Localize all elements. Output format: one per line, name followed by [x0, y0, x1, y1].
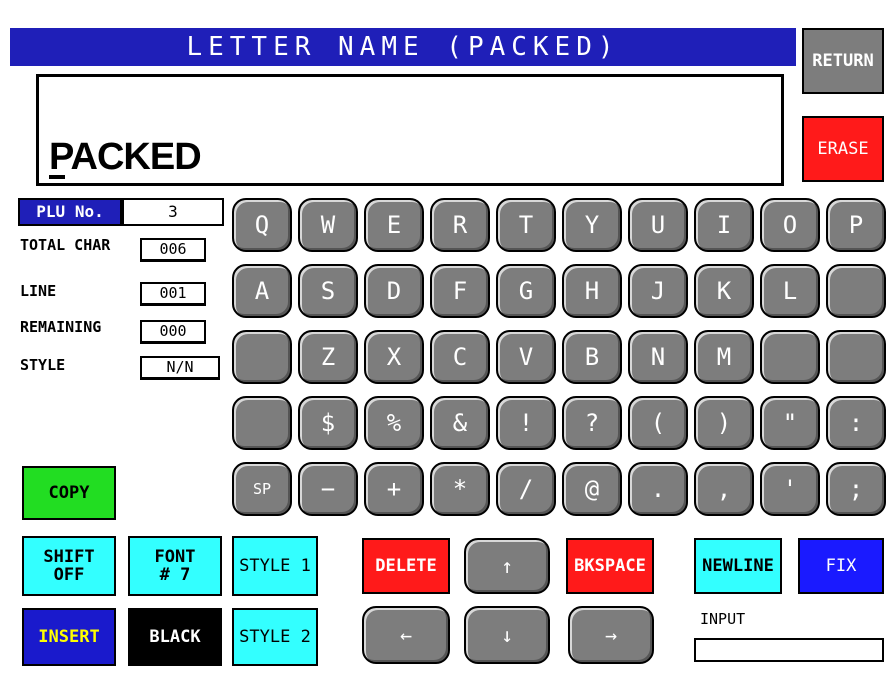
black-color-button[interactable]: BLACK — [128, 608, 222, 666]
key-row2-8[interactable]: L — [760, 264, 820, 318]
key-row5-3[interactable]: * — [430, 462, 490, 516]
key-row1-9[interactable]: P — [826, 198, 886, 252]
key-row5-1[interactable]: − — [298, 462, 358, 516]
key-row4-2[interactable]: % — [364, 396, 424, 450]
key-row4-7[interactable]: ) — [694, 396, 754, 450]
key-row2-5[interactable]: H — [562, 264, 622, 318]
text-cursor — [49, 175, 65, 179]
fix-button[interactable]: FIX — [798, 538, 884, 594]
key-row1-7[interactable]: I — [694, 198, 754, 252]
key-row3-4[interactable]: V — [496, 330, 556, 384]
key-row1-6[interactable]: U — [628, 198, 688, 252]
cursor-left-button[interactable]: ← — [362, 606, 450, 664]
key-row3-8[interactable] — [760, 330, 820, 384]
key-row1-5[interactable]: Y — [562, 198, 622, 252]
font-button[interactable]: FONT # 7 — [128, 536, 222, 596]
cursor-right-button[interactable]: → — [568, 606, 654, 664]
key-row5-8[interactable]: ' — [760, 462, 820, 516]
screen-title: LETTER NAME (PACKED) — [10, 28, 796, 66]
key-row1-2[interactable]: E — [364, 198, 424, 252]
input-label: INPUT — [700, 610, 746, 628]
line-value: 001 — [140, 282, 206, 306]
key-row4-4[interactable]: ! — [496, 396, 556, 450]
key-row3-7[interactable]: M — [694, 330, 754, 384]
key-row3-3[interactable]: C — [430, 330, 490, 384]
key-row3-0[interactable] — [232, 330, 292, 384]
key-row3-5[interactable]: B — [562, 330, 622, 384]
key-row5-4[interactable]: / — [496, 462, 556, 516]
key-row2-6[interactable]: J — [628, 264, 688, 318]
cursor-up-button[interactable]: ↑ — [464, 538, 550, 594]
key-row4-3[interactable]: & — [430, 396, 490, 450]
editor-text: PACKED — [49, 136, 202, 178]
key-row5-6[interactable]: . — [628, 462, 688, 516]
key-row1-8[interactable]: O — [760, 198, 820, 252]
key-row1-4[interactable]: T — [496, 198, 556, 252]
key-row5-2[interactable]: + — [364, 462, 424, 516]
style-value: N/N — [140, 356, 220, 380]
key-row5-0[interactable]: SP — [232, 462, 292, 516]
shift-button[interactable]: SHIFT OFF — [22, 536, 116, 596]
key-row4-6[interactable]: ( — [628, 396, 688, 450]
cursor-down-button[interactable]: ↓ — [464, 606, 550, 664]
newline-button[interactable]: NEWLINE — [694, 538, 782, 594]
key-row2-4[interactable]: G — [496, 264, 556, 318]
key-row4-0[interactable] — [232, 396, 292, 450]
input-field[interactable] — [694, 638, 884, 662]
line-label: LINE — [20, 282, 57, 300]
key-row2-0[interactable]: A — [232, 264, 292, 318]
backspace-button[interactable]: BKSPACE — [566, 538, 654, 594]
text-editor-display[interactable]: PACKED — [36, 74, 784, 186]
key-row3-9[interactable] — [826, 330, 886, 384]
key-row5-5[interactable]: @ — [562, 462, 622, 516]
plu-number-label: PLU No. — [18, 198, 122, 226]
total-char-label: TOTAL CHAR — [20, 236, 111, 254]
key-row1-0[interactable]: Q — [232, 198, 292, 252]
key-row2-3[interactable]: F — [430, 264, 490, 318]
remaining-value: 000 — [140, 320, 206, 344]
total-char-value: 006 — [140, 238, 206, 262]
style-2-button[interactable]: STYLE 2 — [232, 608, 318, 666]
key-row2-2[interactable]: D — [364, 264, 424, 318]
key-row1-3[interactable]: R — [430, 198, 490, 252]
key-row5-9[interactable]: ; — [826, 462, 886, 516]
copy-button[interactable]: COPY — [22, 466, 116, 520]
key-row3-6[interactable]: N — [628, 330, 688, 384]
erase-button[interactable]: ERASE — [802, 116, 884, 182]
style-1-button[interactable]: STYLE 1 — [232, 536, 318, 596]
key-row1-1[interactable]: W — [298, 198, 358, 252]
key-row5-7[interactable]: , — [694, 462, 754, 516]
return-button[interactable]: RETURN — [802, 28, 884, 94]
insert-button[interactable]: INSERT — [22, 608, 116, 666]
key-row4-1[interactable]: $ — [298, 396, 358, 450]
key-row2-1[interactable]: S — [298, 264, 358, 318]
plu-number-value: 3 — [122, 198, 224, 226]
key-row2-7[interactable]: K — [694, 264, 754, 318]
key-row2-9[interactable] — [826, 264, 886, 318]
key-row4-5[interactable]: ? — [562, 396, 622, 450]
key-row4-8[interactable]: " — [760, 396, 820, 450]
key-row4-9[interactable]: : — [826, 396, 886, 450]
key-row3-2[interactable]: X — [364, 330, 424, 384]
delete-button[interactable]: DELETE — [362, 538, 450, 594]
key-row3-1[interactable]: Z — [298, 330, 358, 384]
style-label: STYLE — [20, 356, 66, 374]
remaining-label: REMAINING — [20, 318, 102, 336]
